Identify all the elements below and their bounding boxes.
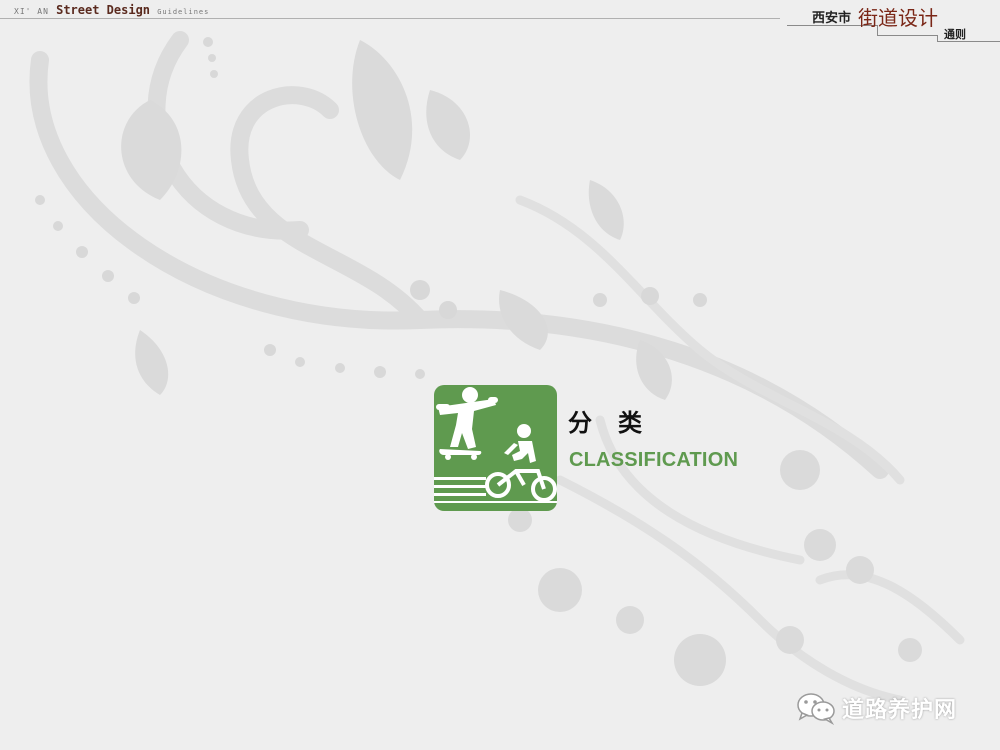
watermark: 道路养护网 — [796, 690, 957, 726]
watermark-text: 道路养护网 — [842, 698, 958, 723]
skateboarder-and-cyclist-icon — [434, 385, 557, 511]
header-title-cn: 街道设计 — [858, 6, 938, 30]
header-city-cn: 西安市 — [812, 11, 852, 26]
header-city-prefix: XI' AN — [14, 7, 49, 16]
section-title-cn: 分类 — [568, 409, 668, 437]
floral-background — [29, 31, 965, 705]
header-subtitle-en: Guidelines — [157, 8, 210, 16]
header-doc-title: XI' AN Street Design Guidelines — [14, 3, 209, 17]
section-title-en: CLASSIFICATION — [569, 449, 739, 471]
header-subtitle-cn: 通则 — [944, 28, 966, 41]
header-title-en: Street Design — [56, 3, 151, 17]
header-rule — [0, 18, 780, 19]
header-step-line — [877, 35, 937, 36]
wechat-icon — [797, 693, 835, 725]
